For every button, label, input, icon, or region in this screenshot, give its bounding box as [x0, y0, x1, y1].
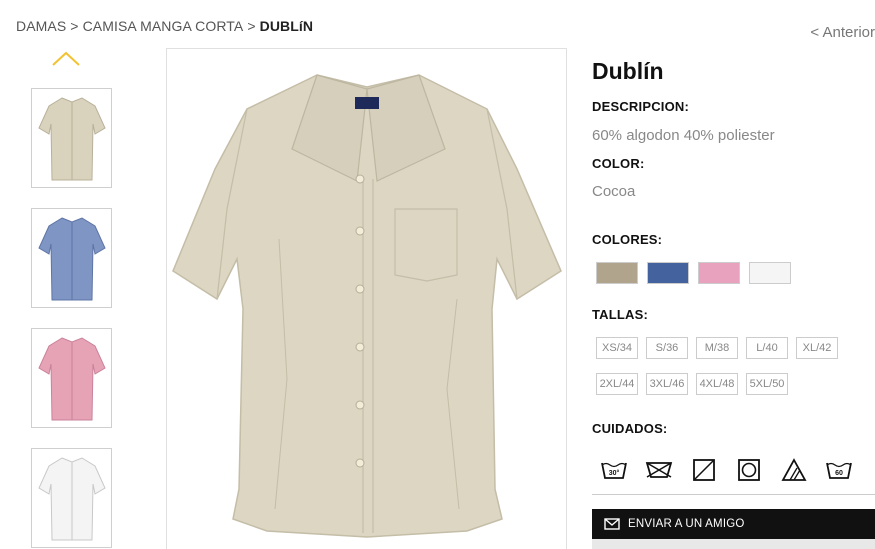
breadcrumb-camisa-manga-corta[interactable]: CAMISA MANGA CORTA: [83, 18, 244, 34]
color-value: Cocoa: [592, 183, 636, 200]
iron-icon: [645, 458, 673, 482]
color-swatch-pink[interactable]: [698, 262, 740, 284]
size-option[interactable]: M/38: [696, 337, 738, 359]
previous-link[interactable]: < Anterior: [810, 24, 875, 41]
thumbnail-pink[interactable]: [31, 328, 112, 428]
size-option[interactable]: S/36: [646, 337, 688, 359]
shirt-pink-thumb-icon: [37, 337, 106, 421]
size-option[interactable]: XL/42: [796, 337, 838, 359]
color-swatch-blue[interactable]: [647, 262, 689, 284]
shirt-cocoa-thumb-icon: [37, 97, 106, 181]
color-swatches: [596, 262, 791, 284]
size-option[interactable]: 5XL/50: [746, 373, 788, 395]
thumbnail-list: [31, 88, 112, 549]
sizes-label: TALLAS:: [592, 307, 649, 322]
divider: [592, 494, 875, 495]
shirt-main-image-icon: [172, 74, 562, 538]
care-icons: 30° 60: [600, 458, 853, 482]
wash-30-text: 30°: [609, 469, 620, 477]
color-swatch-cocoa[interactable]: [596, 262, 638, 284]
care-label: CUIDADOS:: [592, 421, 668, 436]
bleach-icon: [780, 458, 808, 482]
shirt-blue-thumb-icon: [37, 217, 106, 301]
description-value: 60% algodon 40% poliester: [592, 127, 775, 144]
color-swatch-white[interactable]: [749, 262, 791, 284]
size-option[interactable]: 2XL/44: [596, 373, 638, 395]
thumbnail-white[interactable]: [31, 448, 112, 548]
size-option[interactable]: 4XL/48: [696, 373, 738, 395]
thumbnail-blue[interactable]: [31, 208, 112, 308]
size-option[interactable]: L/40: [746, 337, 788, 359]
send-to-friend-button[interactable]: ENVIAR A UN AMIGO: [592, 509, 875, 539]
breadcrumb-current: DUBLíN: [259, 18, 314, 34]
size-option[interactable]: 3XL/46: [646, 373, 688, 395]
description-label: DESCRIPCION:: [592, 99, 690, 114]
main-product-image[interactable]: [166, 48, 567, 549]
colors-label: COLORES:: [592, 232, 663, 247]
tumble-dry-icon: [690, 458, 718, 482]
wash-30-icon: 30°: [600, 458, 628, 482]
breadcrumb: DAMAS > CAMISA MANGA CORTA > DUBLíN: [16, 18, 313, 34]
shirt-white-thumb-icon: [37, 457, 106, 541]
breadcrumb-separator: >: [247, 18, 256, 34]
thumbnail-cocoa[interactable]: [31, 88, 112, 188]
dryer-circle-icon: [735, 458, 763, 482]
send-to-friend-label: ENVIAR A UN AMIGO: [628, 518, 745, 530]
size-options: XS/34 S/36 M/38 L/40 XL/42 2XL/44 3XL/46…: [596, 337, 856, 395]
wash-60-text: 60: [835, 470, 843, 477]
secondary-action-bar: [592, 539, 875, 549]
breadcrumb-damas[interactable]: DAMAS: [16, 18, 66, 34]
product-title: Dublín: [592, 58, 664, 84]
breadcrumb-separator: >: [70, 18, 79, 34]
envelope-icon: [604, 518, 620, 530]
thumbnails-up-arrow-icon[interactable]: [51, 50, 81, 68]
size-option[interactable]: XS/34: [596, 337, 638, 359]
wash-60-icon: 60: [825, 458, 853, 482]
color-label: COLOR:: [592, 156, 645, 171]
